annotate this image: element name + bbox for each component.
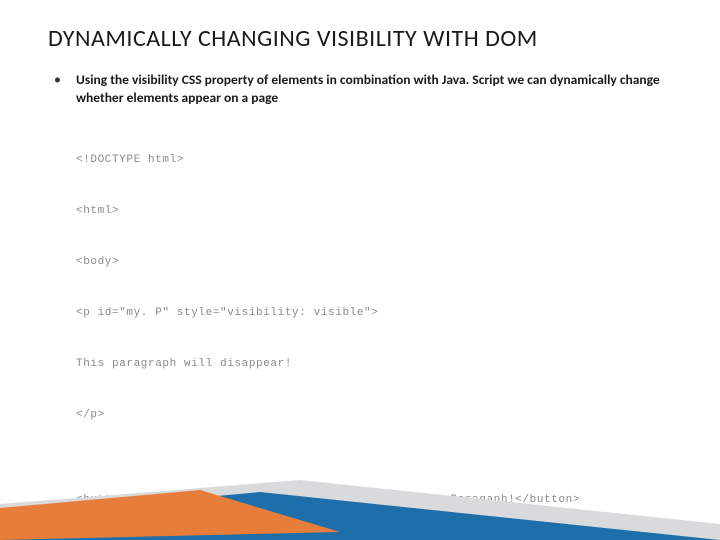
- slide: DYNAMICALLY CHANGING VISIBILITY WITH DOM…: [0, 0, 720, 540]
- code-line: </p>: [76, 407, 672, 424]
- code-line: <p id="my. P" style="visibility: visible…: [76, 305, 672, 322]
- code-line: This paragraph will disappear!: [76, 356, 672, 373]
- bullet-text-1: Using the visibility CSS property of ele…: [76, 71, 672, 107]
- bullet-list: Using the visibility CSS property of ele…: [48, 71, 672, 540]
- code-line: <!DOCTYPE html>: [76, 152, 672, 169]
- slide-title: DYNAMICALLY CHANGING VISIBILITY WITH DOM: [48, 24, 672, 53]
- code-block: <!DOCTYPE html> <html> <body> <p id="my.…: [76, 117, 672, 540]
- code-line: <html>: [76, 203, 672, 220]
- code-line: <body>: [76, 254, 672, 271]
- code-line: <button type="button" onclick="my. Funct…: [76, 492, 672, 509]
- list-item: Using the visibility CSS property of ele…: [48, 71, 672, 540]
